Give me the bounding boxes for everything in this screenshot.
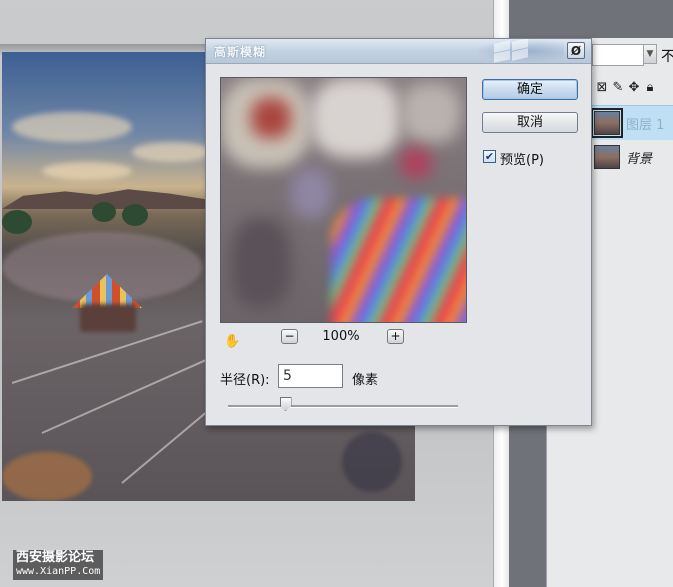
tree [92,202,116,222]
lock-icon[interactable]: 🔒︎ [642,80,658,95]
brush-icon[interactable]: ✎ [610,80,626,95]
layer-row[interactable]: 图层 1 [590,105,673,141]
preview-blob [251,98,291,138]
move-icon[interactable]: ✥ [626,80,642,95]
preview-blob [231,218,291,308]
layer-row[interactable]: 背景 [590,140,673,174]
preview-blob [401,148,431,178]
chevron-down-icon[interactable]: ▼ [643,44,657,64]
cloud [132,142,212,162]
dialog-title: 高斯模糊 [214,45,267,59]
people [2,452,92,501]
zoom-in-button[interactable]: + [387,329,404,344]
radius-input[interactable] [278,364,343,388]
people [342,432,402,492]
watermark-url: www.XianPP.Com [16,566,101,577]
zoom-out-button[interactable]: − [281,329,298,344]
cloud [12,112,132,142]
watermark: 西安摄影论坛 www.XianPP.Com [13,550,104,580]
radius-slider[interactable] [228,405,458,408]
preview-blob [401,83,461,143]
lock-toolbar: ⊠ ✎ ✥ 🔒︎ [594,80,658,96]
gaussian-blur-dialog: 高斯模糊 Ø ✋ − 100% + 半径(R): 像素 确定 取消 ✔ 预览(P… [205,38,592,426]
preview-checkbox[interactable]: ✔ [483,150,496,163]
cloud [42,162,132,180]
layer-thumbnail [591,108,623,138]
blur-preview[interactable] [220,77,467,323]
transparency-lock-icon[interactable]: ⊠ [594,80,610,95]
preview-stripes [331,198,466,322]
preview-blob [311,78,401,158]
layer-name: 背景 [626,152,653,167]
ok-button[interactable]: 确定 [482,79,578,100]
layer-thumbnail [594,145,620,169]
radius-slider-thumb[interactable] [279,397,292,411]
layer-name: 图层 1 [626,118,665,133]
radius-unit: 像素 [352,373,379,388]
opacity-input[interactable] [592,44,644,66]
opacity-label: 不 [661,49,673,65]
cancel-button[interactable]: 取消 [482,112,578,133]
radius-label: 半径(R): [220,373,270,388]
hand-icon[interactable]: ✋ [224,335,240,349]
close-icon[interactable]: Ø [567,42,585,59]
tree [2,210,32,234]
zoom-level: 100% [322,329,360,344]
watermark-title: 西安摄影论坛 [16,550,95,565]
dialog-titlebar[interactable]: 高斯模糊 Ø [206,39,591,64]
windows-logo-icon [474,39,564,63]
carousel-base [80,304,136,332]
preview-label[interactable]: 预览(P) [500,149,544,168]
preview-blob [291,168,331,218]
parking-line [41,358,207,434]
tree [122,204,148,226]
